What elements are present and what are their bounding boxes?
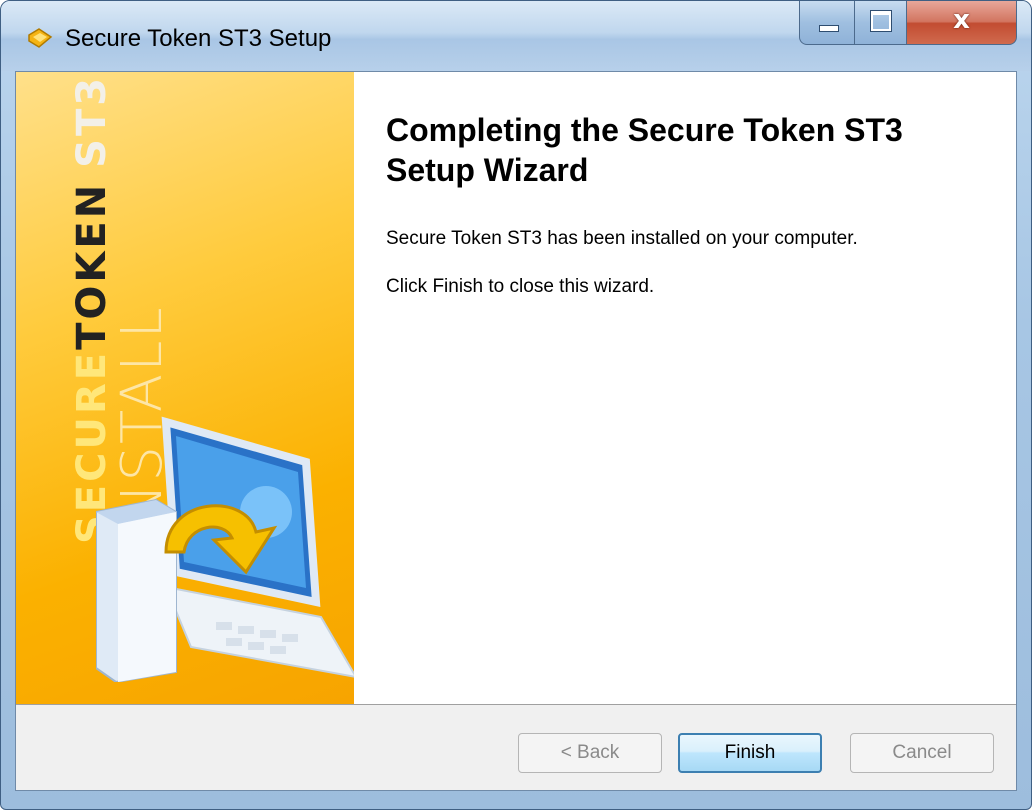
- wizard-content: Completing the Secure Token ST3 Setup Wi…: [354, 72, 1016, 704]
- close-button[interactable]: x: [907, 1, 1017, 45]
- close-icon: x: [953, 5, 970, 35]
- cancel-button[interactable]: Cancel: [850, 733, 994, 773]
- title-bar[interactable]: Secure Token ST3 Setup x: [1, 1, 1031, 71]
- window-title: Secure Token ST3 Setup: [65, 25, 332, 52]
- maximize-icon: [870, 10, 892, 32]
- finish-button[interactable]: Finish: [678, 733, 822, 773]
- minimize-icon: [819, 25, 839, 32]
- installed-message: Secure Token ST3 has been installed on y…: [386, 228, 858, 249]
- wizard-client-area: SECURETOKENST3 INSTALL Completing the Se…: [15, 71, 1017, 791]
- wizard-button-bar: < Back Finish Cancel: [16, 704, 1016, 790]
- caption-buttons: x: [799, 1, 1017, 47]
- page-title: Completing the Secure Token ST3 Setup Wi…: [386, 112, 903, 188]
- maximize-button[interactable]: [855, 1, 907, 45]
- installer-arrow-icon: [28, 28, 53, 48]
- finish-instruction: Click Finish to close this wizard.: [386, 276, 655, 297]
- brand-model: ST3: [69, 74, 115, 168]
- minimize-button[interactable]: [799, 1, 855, 45]
- installer-window: Secure Token ST3 Setup x SECURETOKENST3 …: [0, 0, 1032, 810]
- computer-install-illustration: [96, 416, 354, 682]
- brand-token: TOKEN: [69, 181, 115, 350]
- wizard-banner: SECURETOKENST3 INSTALL: [16, 72, 354, 704]
- back-button[interactable]: < Back: [518, 733, 662, 773]
